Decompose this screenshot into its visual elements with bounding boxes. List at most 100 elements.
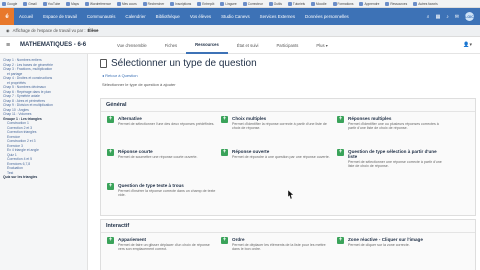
bookmark-label: Linguee [225, 1, 237, 6]
bookmark-favicon-icon [197, 1, 202, 6]
view-as-role[interactable]: Élève [88, 28, 99, 33]
general-heading: Général [101, 99, 475, 112]
search-icon[interactable]: ⌕ [427, 14, 430, 20]
bookmark-label: Inscriptions [175, 1, 192, 6]
nav-link-personal-data[interactable]: Données personnelles [300, 14, 354, 19]
option-title: Zone réactive - Cliquer sur l'image [348, 237, 423, 242]
option-matching[interactable]: + Appariement Permet de faire un glisser… [107, 237, 217, 252]
mouse-cursor-icon [287, 190, 294, 200]
nav-link-workspace[interactable]: Espace de travail [38, 14, 82, 19]
top-navigation: é Accueil Espace de travail Communautés … [0, 8, 480, 25]
plus-icon: + [221, 116, 228, 123]
tab-fiches[interactable]: Fiches [156, 37, 186, 54]
menu-icon[interactable]: ≡ [6, 42, 16, 49]
bookmark-item[interactable]: Mes cours [116, 1, 137, 6]
nav-link-communities[interactable]: Communautés [82, 14, 121, 19]
tab-resources[interactable]: Ressources [186, 37, 228, 54]
option-list-selection[interactable]: + Question de type sélection à partir d'… [337, 149, 447, 169]
page-title: Sélectionner un type de question [111, 58, 257, 69]
bookmark-label: Moodle [316, 1, 327, 6]
bookmark-item[interactable]: YouTube [42, 1, 60, 6]
option-multiple-choice[interactable]: + Choix multiples Permet d'identifier la… [221, 116, 331, 131]
bookmark-item[interactable]: Formations [332, 1, 354, 6]
bookmark-label: Tutoriels [292, 1, 306, 6]
bookmark-item[interactable]: Autres favoris [413, 1, 438, 6]
bookmark-item[interactable]: Outils [268, 1, 282, 6]
bookmark-item[interactable]: Correcteur [242, 1, 263, 6]
option-alternative[interactable]: + Alternative Permet de sélectionner l'u… [107, 116, 217, 126]
course-tabs: Vue d'ensemble Fiches Ressources État et… [108, 37, 337, 54]
option-desc: Permet de déplacer les éléments de la li… [232, 243, 326, 252]
option-hotspot[interactable]: + Zone réactive - Cliquer sur l'image Pe… [337, 237, 447, 247]
option-title: Question de type sélection à partir d'un… [348, 149, 437, 159]
nav-link-home[interactable]: Accueil [14, 14, 38, 19]
bookmark-label: Maps [71, 1, 79, 6]
bookmark-favicon-icon [66, 1, 71, 6]
option-desc: Permet de faire un glisser déplacer d'un… [118, 243, 210, 252]
nav-link-calendar[interactable]: Calendrier [120, 14, 150, 19]
bookmark-favicon-icon [116, 1, 121, 6]
sidebar-item[interactable]: Quiz sur les triangles [3, 175, 84, 180]
option-order[interactable]: + Ordre Permet de déplacer les éléments … [221, 237, 331, 252]
bookmark-item[interactable]: Entrepôt [197, 1, 214, 6]
document-edit-icon [100, 59, 107, 68]
user-avatar[interactable]: LOIC [465, 12, 474, 21]
option-desc: Permet de répondre à une question par un… [232, 155, 330, 159]
nav-link-library[interactable]: Bibliothèque [151, 14, 185, 19]
bookmark-favicon-icon [413, 1, 418, 6]
option-short-answer[interactable]: + Réponse courte Permet de soumettre une… [107, 149, 217, 159]
main-content: Sélectionner un type de question ◂ Retou… [96, 58, 480, 270]
bookmark-label: Mes cours [121, 1, 137, 6]
settings-person-icon[interactable]: 👤▾ [463, 42, 472, 48]
bookmark-item[interactable]: Inscriptions [170, 1, 192, 6]
chat-icon[interactable]: ✉ [455, 14, 459, 20]
instruction-text: Sélectionner le type de question à ajout… [102, 82, 176, 87]
plus-icon: + [107, 237, 114, 244]
bookmark-favicon-icon [170, 1, 175, 6]
course-header: ≡ MATHEMATIQUES - 6-6 Vue d'ensemble Fic… [0, 37, 480, 54]
bell-icon[interactable]: ♪ [446, 14, 449, 20]
nav-link-external[interactable]: Services Externes [255, 14, 300, 19]
plus-icon: + [221, 149, 228, 156]
bookmark-item[interactable]: Linguee [220, 1, 237, 6]
bookmark-label: Correcteur [247, 1, 263, 6]
bookmark-item[interactable]: Wordreference [84, 1, 111, 6]
view-as-text: Affichage de l'espace de travail vu par … [12, 28, 86, 33]
bookmark-label: Ressources [390, 1, 408, 6]
bookmark-item[interactable]: Ressources [385, 1, 408, 6]
grid-icon[interactable]: ▦ [436, 14, 441, 20]
tab-progress[interactable]: État et suivi [228, 37, 268, 54]
nav-link-students[interactable]: Vos élèves [185, 14, 216, 19]
plus-icon: + [221, 237, 228, 244]
back-link[interactable]: ◂ Retour à Question [102, 73, 480, 78]
option-title: Réponse ouverte [232, 149, 270, 154]
bookmark-item[interactable]: Apprendre [359, 1, 379, 6]
bookmark-favicon-icon [359, 1, 364, 6]
plus-icon: + [107, 116, 114, 123]
tab-more[interactable]: Plus ▾ [307, 37, 336, 54]
bookmark-favicon-icon [220, 1, 225, 6]
option-fill-blank[interactable]: + Question de type texte à trous Permet … [107, 183, 217, 198]
bookmark-item[interactable]: Rechercher [142, 1, 164, 6]
bookmark-favicon-icon [84, 1, 89, 6]
bookmark-favicon-icon [287, 1, 292, 6]
option-multiple-answers[interactable]: + Réponses multiples Permet d'identifier… [337, 116, 447, 131]
bookmark-item[interactable]: Google [2, 1, 17, 6]
bookmark-item[interactable]: Moodle [311, 1, 327, 6]
bookmark-item[interactable]: Gmail [23, 1, 37, 6]
bookmark-favicon-icon [142, 1, 147, 6]
bookmark-label: Formations [337, 1, 354, 6]
tab-participants[interactable]: Participants [268, 37, 308, 54]
bookmark-item[interactable]: Tutoriels [287, 1, 306, 6]
option-desc: Permet de soumettre une réponse courte o… [118, 155, 198, 159]
bookmark-favicon-icon [268, 1, 273, 6]
bookmark-item[interactable]: Maps [66, 1, 79, 6]
bookmark-label: Wordreference [89, 1, 111, 6]
tab-overview[interactable]: Vue d'ensemble [108, 37, 156, 54]
bookmark-favicon-icon [311, 1, 316, 6]
nav-link-studio[interactable]: Studio Canevs [216, 14, 255, 19]
option-open-answer[interactable]: + Réponse ouverte Permet de répondre à u… [221, 149, 331, 159]
bookmark-favicon-icon [332, 1, 337, 6]
app-logo[interactable]: é [0, 8, 14, 25]
plus-icon: + [337, 149, 344, 156]
